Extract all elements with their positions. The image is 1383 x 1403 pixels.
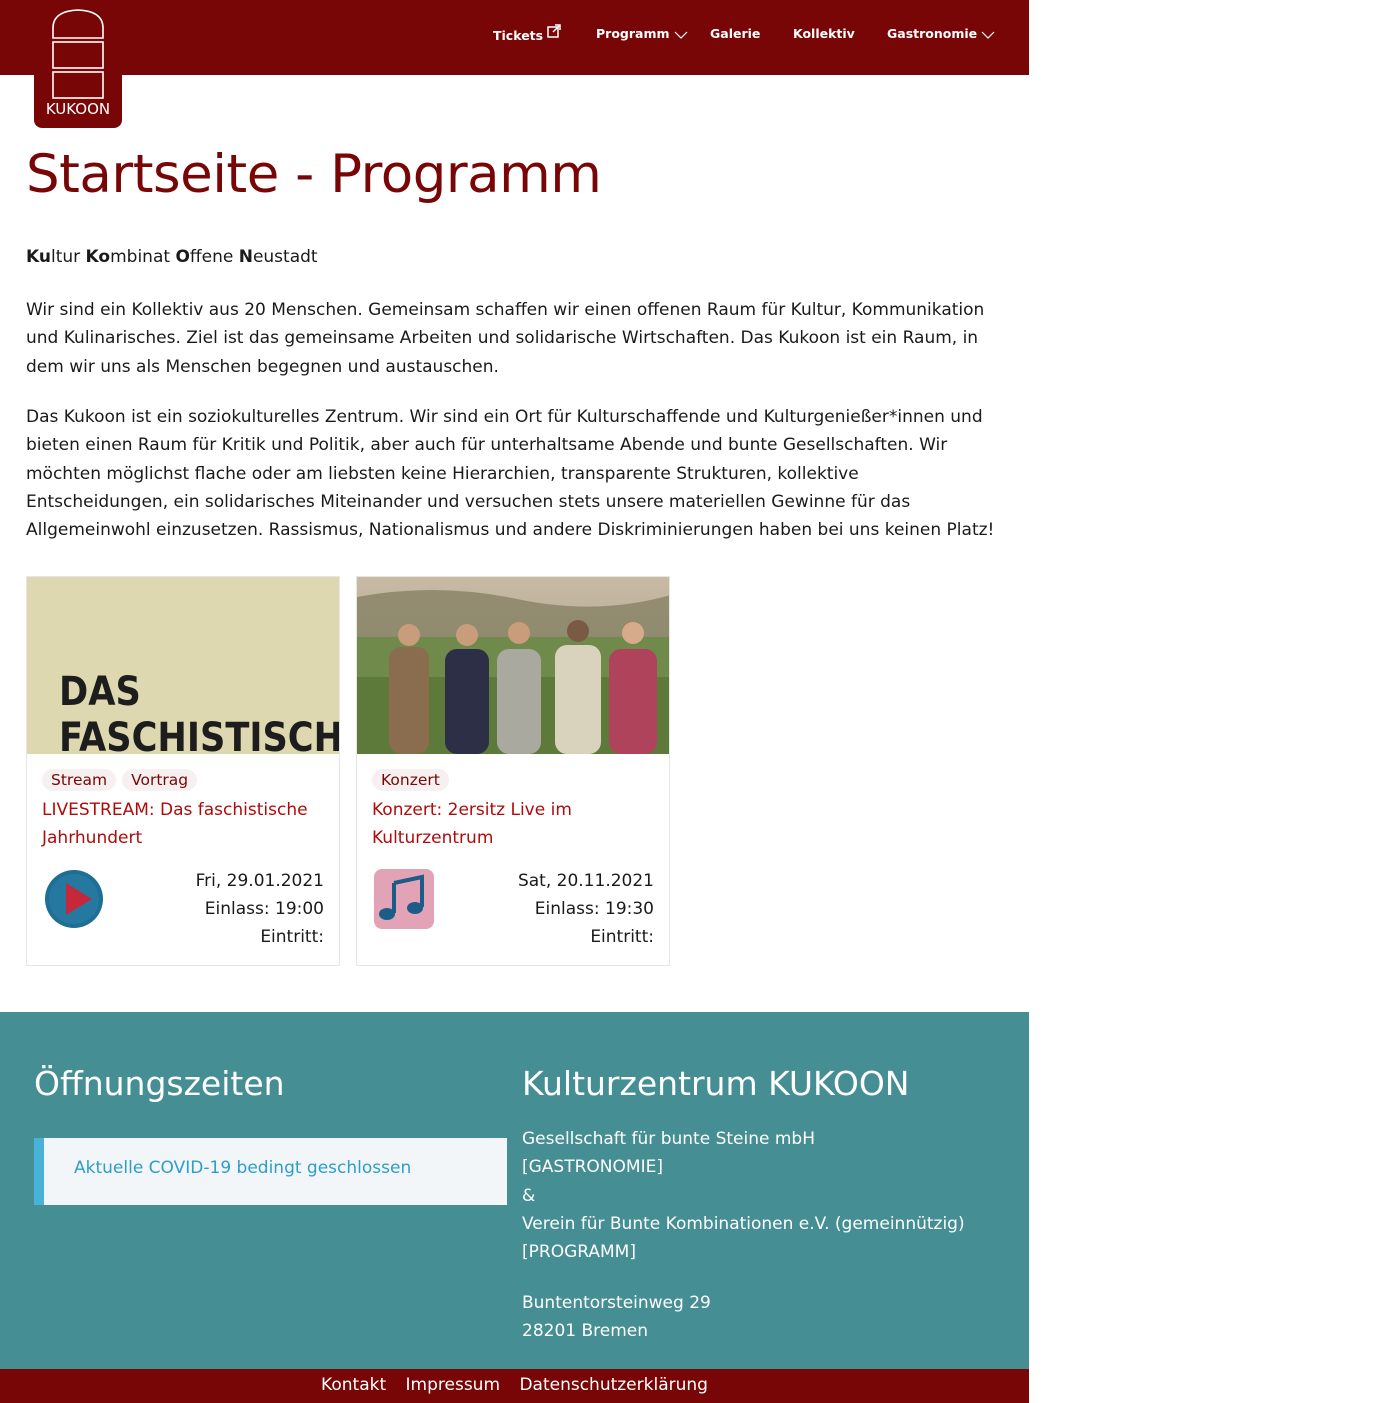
acronym-bold: O: [175, 247, 190, 267]
org-line: [PROGRAMM]: [522, 1242, 636, 1263]
event-einlass: Einlass: 19:30: [534, 899, 654, 919]
event-image-caption: DAS FASCHISTISCHE: [59, 669, 340, 754]
acronym-rest: eustadt: [252, 247, 318, 267]
logo-text: KUKOON: [45, 100, 111, 118]
covid-notice-text: Aktuelle COVID-19 bedingt geschlossen: [74, 1158, 412, 1178]
acronym-rest: mbinat: [110, 247, 176, 267]
event-title-link[interactable]: Konzert: 2ersitz Live im Kulturzentrum: [372, 796, 657, 852]
organization-details: Gesellschaft für bunte Steine mbH [GASTR…: [522, 1125, 965, 1266]
event-meta: Sat, 20.11.2021 Einlass: 19:30 Eintritt:: [518, 867, 654, 951]
org-line: &: [522, 1185, 536, 1206]
logo-cocoon-icon: [52, 9, 104, 99]
event-tags: Konzert: [372, 769, 455, 791]
event-tags: Stream Vortrag: [42, 769, 203, 791]
nav-kollektiv-label: Kollektiv: [793, 26, 855, 41]
chevron-down-icon: [981, 24, 995, 41]
event-image-caption-line: DAS: [59, 669, 141, 715]
event-eintritt: Eintritt:: [260, 927, 324, 947]
acronym-bold: Ku: [26, 247, 51, 267]
external-link-icon: [547, 24, 561, 41]
organization-heading: Kulturzentrum KUKOON: [522, 1064, 910, 1103]
event-card[interactable]: Konzert Konzert: 2ersitz Live im Kulturz…: [356, 576, 670, 966]
org-line: [GASTRONOMIE]: [522, 1157, 663, 1178]
music-note-icon: [372, 867, 436, 931]
event-meta: Fri, 29.01.2021 Einlass: 19:00 Eintritt:: [196, 867, 324, 951]
org-line: Verein für Bunte Kombinationen e.V. (gem…: [522, 1213, 965, 1234]
nav-programm-label: Programm: [596, 26, 670, 41]
nav-gastronomie-label: Gastronomie: [887, 26, 978, 41]
nav-tickets[interactable]: Tickets: [493, 24, 561, 48]
footer-link-kontakt[interactable]: Kontakt: [321, 1375, 386, 1395]
nav-programm[interactable]: Programm: [596, 24, 688, 48]
event-image-caption-line: FASCHISTISCHE: [59, 715, 340, 754]
covid-notice: Aktuelle COVID-19 bedingt geschlossen: [34, 1138, 507, 1205]
footer-links-bar: Kontakt Impressum Datenschutzerklärung: [0, 1369, 1029, 1403]
nav-galerie-label: Galerie: [710, 26, 761, 41]
address: Buntentorsteinweg 29 28201 Bremen: [522, 1289, 711, 1346]
address-city: 28201 Bremen: [522, 1321, 649, 1342]
org-line: Gesellschaft für bunte Steine mbH: [522, 1129, 815, 1149]
event-image[interactable]: DAS FASCHISTISCHE: [27, 577, 340, 754]
tag-konzert[interactable]: Konzert: [372, 769, 449, 791]
address-street: Buntentorsteinweg 29: [522, 1293, 711, 1313]
kukoon-acronym: Kultur Kombinat Offene Neustadt: [26, 247, 318, 267]
event-date: Sat, 20.11.2021: [517, 871, 654, 891]
footer-link-impressum[interactable]: Impressum: [406, 1375, 501, 1395]
acronym-bold: Ko: [85, 247, 111, 267]
nav-galerie[interactable]: Galerie: [710, 24, 760, 48]
acronym-rest: ltur: [50, 247, 86, 267]
event-date: Fri, 29.01.2021: [195, 871, 324, 891]
footer: Öffnungszeiten Aktuelle COVID-19 bedingt…: [0, 1012, 1029, 1369]
nav-gastronomie[interactable]: Gastronomie: [887, 24, 995, 48]
footer-link-datenschutz[interactable]: Datenschutzerklärung: [519, 1375, 708, 1395]
event-card[interactable]: DAS FASCHISTISCHE Stream Vortrag LIVESTRE…: [26, 576, 340, 966]
acronym-rest: ffene: [189, 247, 239, 267]
chevron-down-icon: [674, 24, 688, 41]
tag-vortrag[interactable]: Vortrag: [122, 769, 198, 791]
event-einlass: Einlass: 19:00: [204, 899, 324, 919]
tag-stream[interactable]: Stream: [42, 769, 117, 791]
intro-paragraph-2: Das Kukoon ist ein soziokulturelles Zent…: [26, 407, 995, 541]
top-navigation-bar: Tickets Programm Galerie Kollektiv Gastr…: [0, 0, 1029, 75]
play-icon: [42, 867, 106, 931]
kukoon-logo[interactable]: KUKOON: [34, 0, 122, 128]
nav-kollektiv[interactable]: Kollektiv: [793, 24, 855, 48]
nav-tickets-label: Tickets: [493, 28, 544, 43]
event-image[interactable]: [357, 577, 669, 754]
acronym-bold: N: [238, 247, 253, 267]
page: Tickets Programm Galerie Kollektiv Gastr…: [0, 0, 1029, 1403]
intro-paragraph-1: Wir sind ein Kollektiv aus 20 Menschen. …: [26, 300, 985, 377]
opening-hours-heading: Öffnungszeiten: [34, 1064, 285, 1103]
event-eintritt: Eintritt:: [590, 927, 654, 947]
event-title-link[interactable]: LIVESTREAM: Das faschistische Jahrhunder…: [42, 796, 327, 852]
page-title: Startseite - Programm: [26, 144, 602, 205]
band-photo: [357, 577, 669, 754]
